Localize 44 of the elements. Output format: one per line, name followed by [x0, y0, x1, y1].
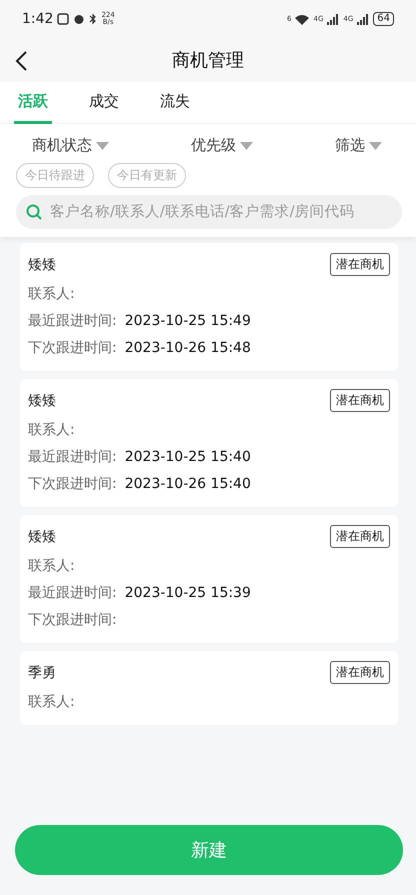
field-label: 下次跟进时间: [28, 612, 117, 629]
search-field[interactable]: 客户名称/联系人/联系电话/客户需求/房间代码 [16, 195, 402, 229]
field-label: 联系人: [28, 558, 75, 575]
tab[interactable]: 成交 [85, 82, 123, 124]
caret-icon [240, 142, 253, 150]
filter-dropdown[interactable]: 筛选 [335, 136, 382, 155]
field-label: 最近跟进时间: [28, 313, 117, 330]
customer-name: 矮矮 [28, 528, 56, 546]
caret-icon [96, 142, 109, 150]
field-value: 2023-10-25 15:39 [124, 585, 251, 602]
customer-name: 矮矮 [28, 392, 56, 410]
field-label: 下次跟进时间: [28, 340, 117, 357]
field-label: 下次跟进时间: [28, 476, 117, 493]
wifi-icon [295, 14, 310, 24]
tab[interactable]: 流失 [156, 82, 194, 124]
filter-dropdown[interactable]: 优先级 [191, 136, 253, 155]
customer-name: 季勇 [28, 664, 56, 682]
status-tag: 潜在商机 [330, 525, 390, 548]
opportunity-card[interactable]: 矮矮 潜在商机 联系人: 最近跟进时间: 2023-10-25 15:49 下次跟进时间: 2023-10-26 15:48 [20, 243, 398, 371]
page-title: 商机管理 [172, 49, 244, 72]
field-label: 联系人: [28, 694, 75, 711]
search-icon [26, 204, 42, 220]
battery-level: 64 [373, 12, 394, 26]
status-time: 1:42 [22, 11, 54, 27]
bluetooth-icon [89, 13, 98, 25]
opportunity-card[interactable]: 季勇 潜在商机 联系人: [20, 651, 398, 725]
caret-icon [369, 142, 382, 150]
status-tag: 潜在商机 [330, 253, 390, 276]
field-label: 最近跟进时间: [28, 585, 117, 602]
field-value: 2023-10-26 15:40 [124, 476, 251, 493]
field-label: 联系人: [28, 286, 75, 303]
field-value: 2023-10-25 15:40 [124, 449, 251, 466]
status-tag: 潜在商机 [330, 389, 390, 412]
opportunity-card[interactable]: 矮矮 潜在商机 联系人: 最近跟进时间: 2023-10-25 15:40 下次跟进时间: 2023-10-26 15:40 [20, 379, 398, 507]
signal-icon [327, 14, 340, 24]
customer-name: 矮矮 [28, 256, 56, 274]
field-value: 2023-10-26 15:48 [124, 340, 251, 357]
status-tag: 潜在商机 [330, 661, 390, 684]
filter-dropdown[interactable]: 商机状态 [32, 136, 109, 155]
field-value: 2023-10-25 15:49 [124, 313, 251, 330]
field-label: 联系人: [28, 422, 75, 439]
opportunity-card[interactable]: 矮矮 潜在商机 联系人: 最近跟进时间: 2023-10-25 15:39 下次跟进时间: [20, 515, 398, 643]
field-label: 最近跟进时间: [28, 449, 117, 466]
signal-icon [357, 14, 370, 24]
